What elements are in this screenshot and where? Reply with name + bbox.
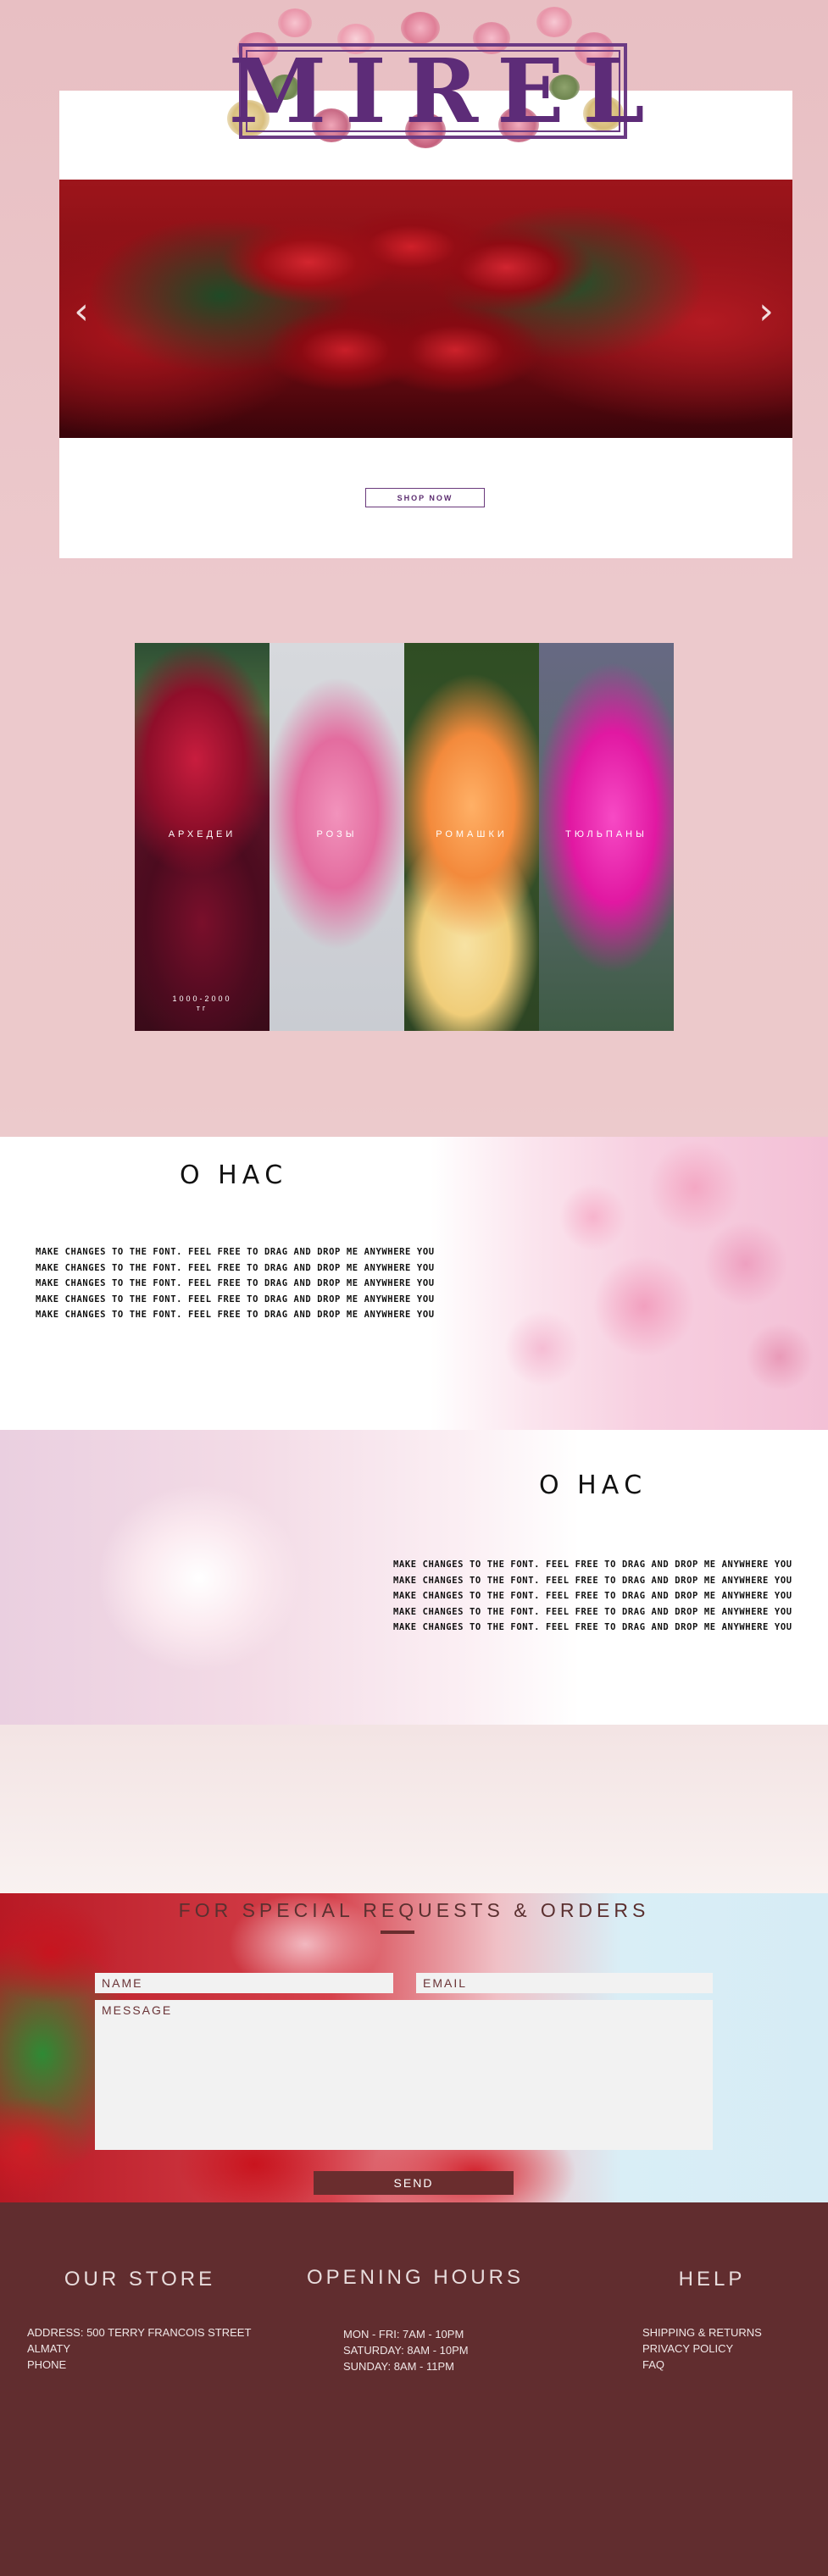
name-field[interactable]: NAME — [95, 1973, 393, 1993]
chevron-right-icon[interactable]: › — [754, 292, 778, 331]
footer-heading-store: OUR STORE — [64, 2268, 216, 2291]
category-panel-tulips[interactable]: ТЮЛЬПАНЫ — [539, 643, 674, 1031]
send-button[interactable]: SEND — [314, 2171, 514, 2195]
footer: OUR STORE OPENING HOURS HELP ADDRESS: 50… — [0, 2202, 828, 2576]
category-panel-archedei[interactable]: АРХЕДЕИ 1000-2000 тг — [135, 643, 270, 1031]
category-price: 1000-2000 тг — [172, 994, 232, 1012]
message-field[interactable]: MESSAGE — [95, 2000, 713, 2150]
shop-now-button[interactable]: SHOP NOW — [365, 488, 485, 507]
store-info: ADDRESS: 500 TERRY FRANCOIS STREET ALMAT… — [27, 2326, 252, 2371]
category-label: РОЗЫ — [316, 829, 358, 839]
category-label: АРХЕДЕИ — [168, 829, 236, 839]
category-label: РОМАШКИ — [436, 829, 508, 839]
about-text: MAKE CHANGES TO THE FONT. FEEL FREE TO D… — [393, 1559, 792, 1632]
category-label: ТЮЛЬПАНЫ — [565, 829, 647, 839]
shipping-returns-link[interactable]: SHIPPING & RETURNS — [642, 2324, 762, 2341]
category-gallery: АРХЕДЕИ 1000-2000 тг РОЗЫ РОМАШКИ ТЮЛЬПА… — [135, 643, 674, 1031]
about-title: О НАС — [539, 1471, 647, 1500]
email-field[interactable]: EMAIL — [416, 1973, 713, 1993]
about-text: MAKE CHANGES TO THE FONT. FEEL FREE TO D… — [36, 1247, 435, 1320]
help-links: SHIPPING & RETURNS PRIVACY POLICY FAQ — [642, 2324, 762, 2373]
contact-title: FOR SPECIAL REQUESTS & ORDERS — [178, 1899, 650, 1921]
hero-slide-image — [59, 180, 792, 438]
privacy-policy-link[interactable]: PRIVACY POLICY — [642, 2341, 762, 2357]
chevron-left-icon[interactable]: ‹ — [69, 292, 93, 331]
footer-heading-hours: OPENING HOURS — [306, 2266, 525, 2289]
category-panel-daisies[interactable]: РОМАШКИ — [404, 643, 539, 1031]
about-title: О НАС — [180, 1161, 288, 1190]
faq-link[interactable]: FAQ — [642, 2357, 762, 2373]
title-underline — [381, 1931, 414, 1934]
logo[interactable]: MIREL — [229, 41, 645, 142]
category-panel-roses[interactable]: РОЗЫ — [270, 643, 404, 1031]
footer-heading-help: HELP — [678, 2268, 746, 2291]
opening-hours: MON - FRI: 7AM - 10PM SATURDAY: 8AM - 10… — [343, 2328, 469, 2373]
